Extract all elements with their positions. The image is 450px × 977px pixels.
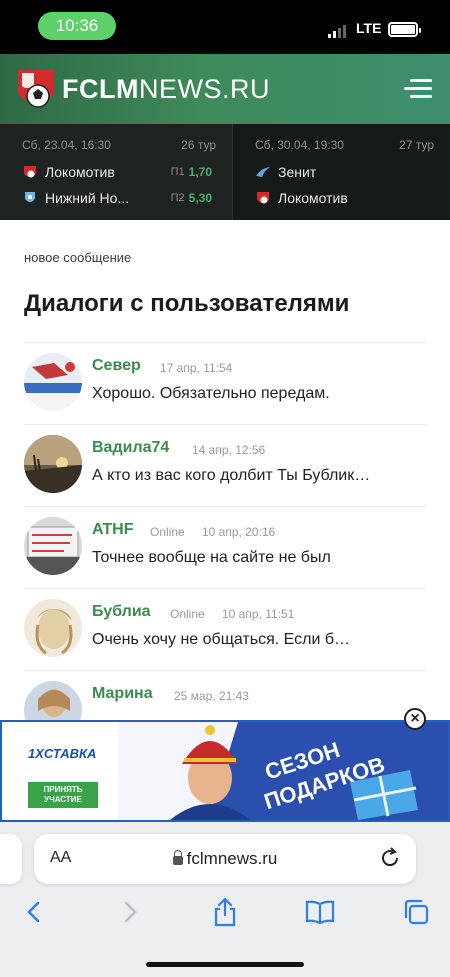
match-team: Локомотив [255,190,445,206]
dialog-name[interactable]: Вадила74 [92,439,169,457]
address-bar[interactable]: AA fclmnews.ru [34,834,416,884]
club-logo-icon[interactable] [14,64,58,114]
dialog-preview: Очень хочу не общаться. Если б… [92,631,350,648]
odd-value: 5,30 [188,191,212,205]
url-text: fclmnews.ru [186,849,278,868]
match-meta: Сб, 23.04, 16:30 26 тур [22,138,216,152]
dialog-date: 25 мар, 21:43 [174,689,249,703]
new-message-link[interactable]: новое сообщение [24,250,131,265]
home-indicator [146,962,304,967]
matches-strip: Сб, 23.04, 16:30 26 тур Локомотив П1 1,7… [0,124,450,220]
match-date: Сб, 23.04, 16:30 [22,138,111,152]
dialog-preview: Точнее вообще на сайте не был [92,549,331,566]
lokomotiv-logo-icon [257,192,269,204]
back-icon[interactable] [14,892,54,932]
odd-value: 1,70 [188,165,212,179]
match-team: Локомотив П1 1,70 [22,164,212,180]
nizhny-logo-icon [25,192,35,202]
team-name: Зенит [278,164,317,180]
dialog-name[interactable]: ATHF [92,521,133,539]
status-time: 10:36 [38,12,116,40]
dialog-item[interactable]: Вадила74 14 апр, 12:56 А кто из вас кого… [24,424,426,506]
dialog-item[interactable]: Марина 25 мар, 21:43 [24,670,426,720]
reload-icon[interactable] [378,846,402,870]
dialog-name[interactable]: Север [92,357,141,375]
signal-icon [328,24,346,38]
team-name: Нижний Но... [45,190,130,206]
odd-label: П2 [170,192,185,204]
url-display[interactable]: fclmnews.ru [34,849,416,869]
dialog-preview: Хорошо. Обязательно передам. [92,385,330,402]
avatar [24,517,82,575]
match-card[interactable]: Сб, 30.04, 19:30 27 тур Зенит Локомотив [233,124,450,220]
online-status: Online [170,607,205,621]
ad-brand: 1XСТАВКА [28,746,97,761]
ad-brand-panel: 1XСТАВКА ПРИНЯТЬ УЧАСТИЕ [2,722,118,820]
dialog-name[interactable]: Марина [92,685,153,703]
lokomotiv-logo-icon [24,166,36,178]
match-team: Нижний Но... П2 5,30 [22,190,212,206]
browser-toolbar [0,892,450,932]
close-icon[interactable]: × [404,708,426,730]
match-round: 27 тур [399,138,434,152]
ad-artwork: СЕЗОН ПОДАРКОВ [118,722,448,820]
dialog-item[interactable]: ATHF Online 10 апр, 20:16 Точнее вообще … [24,506,426,588]
dialog-name[interactable]: Бублиа [92,603,151,621]
ad-cta-button[interactable]: ПРИНЯТЬ УЧАСТИЕ [28,782,98,808]
avatar [24,599,82,657]
match-date: Сб, 30.04, 19:30 [255,138,344,152]
dialog-preview: А кто из вас кого долбит Ты Бублик… [92,467,371,484]
page-title: Диалоги с пользователями [24,290,350,317]
lock-icon [172,850,183,865]
dialog-date: 10 апр, 20:16 [202,525,276,539]
logo-main: FCLM [62,74,139,104]
dialog-date: 17 апр, 11:54 [160,361,233,375]
ad-banner[interactable]: 1XСТАВКА ПРИНЯТЬ УЧАСТИЕ СЕЗОН ПОДАРКОВ [0,720,450,822]
menu-icon[interactable] [404,79,432,99]
dialogs-page: новое сообщение Диалоги с пользователями… [0,220,450,720]
match-round: 26 тур [181,138,216,152]
bookmarks-icon[interactable] [300,892,340,932]
dialog-item[interactable]: Бублиа Online 10 апр, 11:51 Очень хочу н… [24,588,426,670]
site-logo-text[interactable]: FCLMNEWS.RU [62,74,270,105]
status-bar: 10:36 LTE [0,0,450,54]
odd-label: П1 [170,166,185,178]
dialog-date: 14 апр, 12:56 [192,443,266,457]
dialog-date: 10 апр, 11:51 [222,607,295,621]
match-meta: Сб, 30.04, 19:30 27 тур [255,138,434,152]
avatar [24,681,82,720]
logo-rest: NEWS.RU [138,74,270,104]
team-name: Локомотив [45,164,115,180]
tabs-icon[interactable] [396,892,436,932]
battery-icon [388,22,421,37]
avatar [24,353,82,411]
avatar [24,435,82,493]
site-header: FCLMNEWS.RU [0,54,450,124]
match-team: Зенит [255,164,445,180]
dialog-item[interactable]: Север 17 апр, 11:54 Хорошо. Обязательно … [24,342,426,424]
forward-icon[interactable] [110,892,150,932]
zenit-logo-icon [256,167,270,177]
previous-tab-card[interactable] [0,834,22,884]
team-name: Локомотив [278,190,348,206]
online-status: Online [150,525,185,539]
network-label: LTE [356,20,382,36]
share-icon[interactable] [205,892,245,932]
browser-chrome: AA fclmnews.ru [0,822,450,977]
match-card[interactable]: Сб, 23.04, 16:30 26 тур Локомотив П1 1,7… [0,124,233,220]
